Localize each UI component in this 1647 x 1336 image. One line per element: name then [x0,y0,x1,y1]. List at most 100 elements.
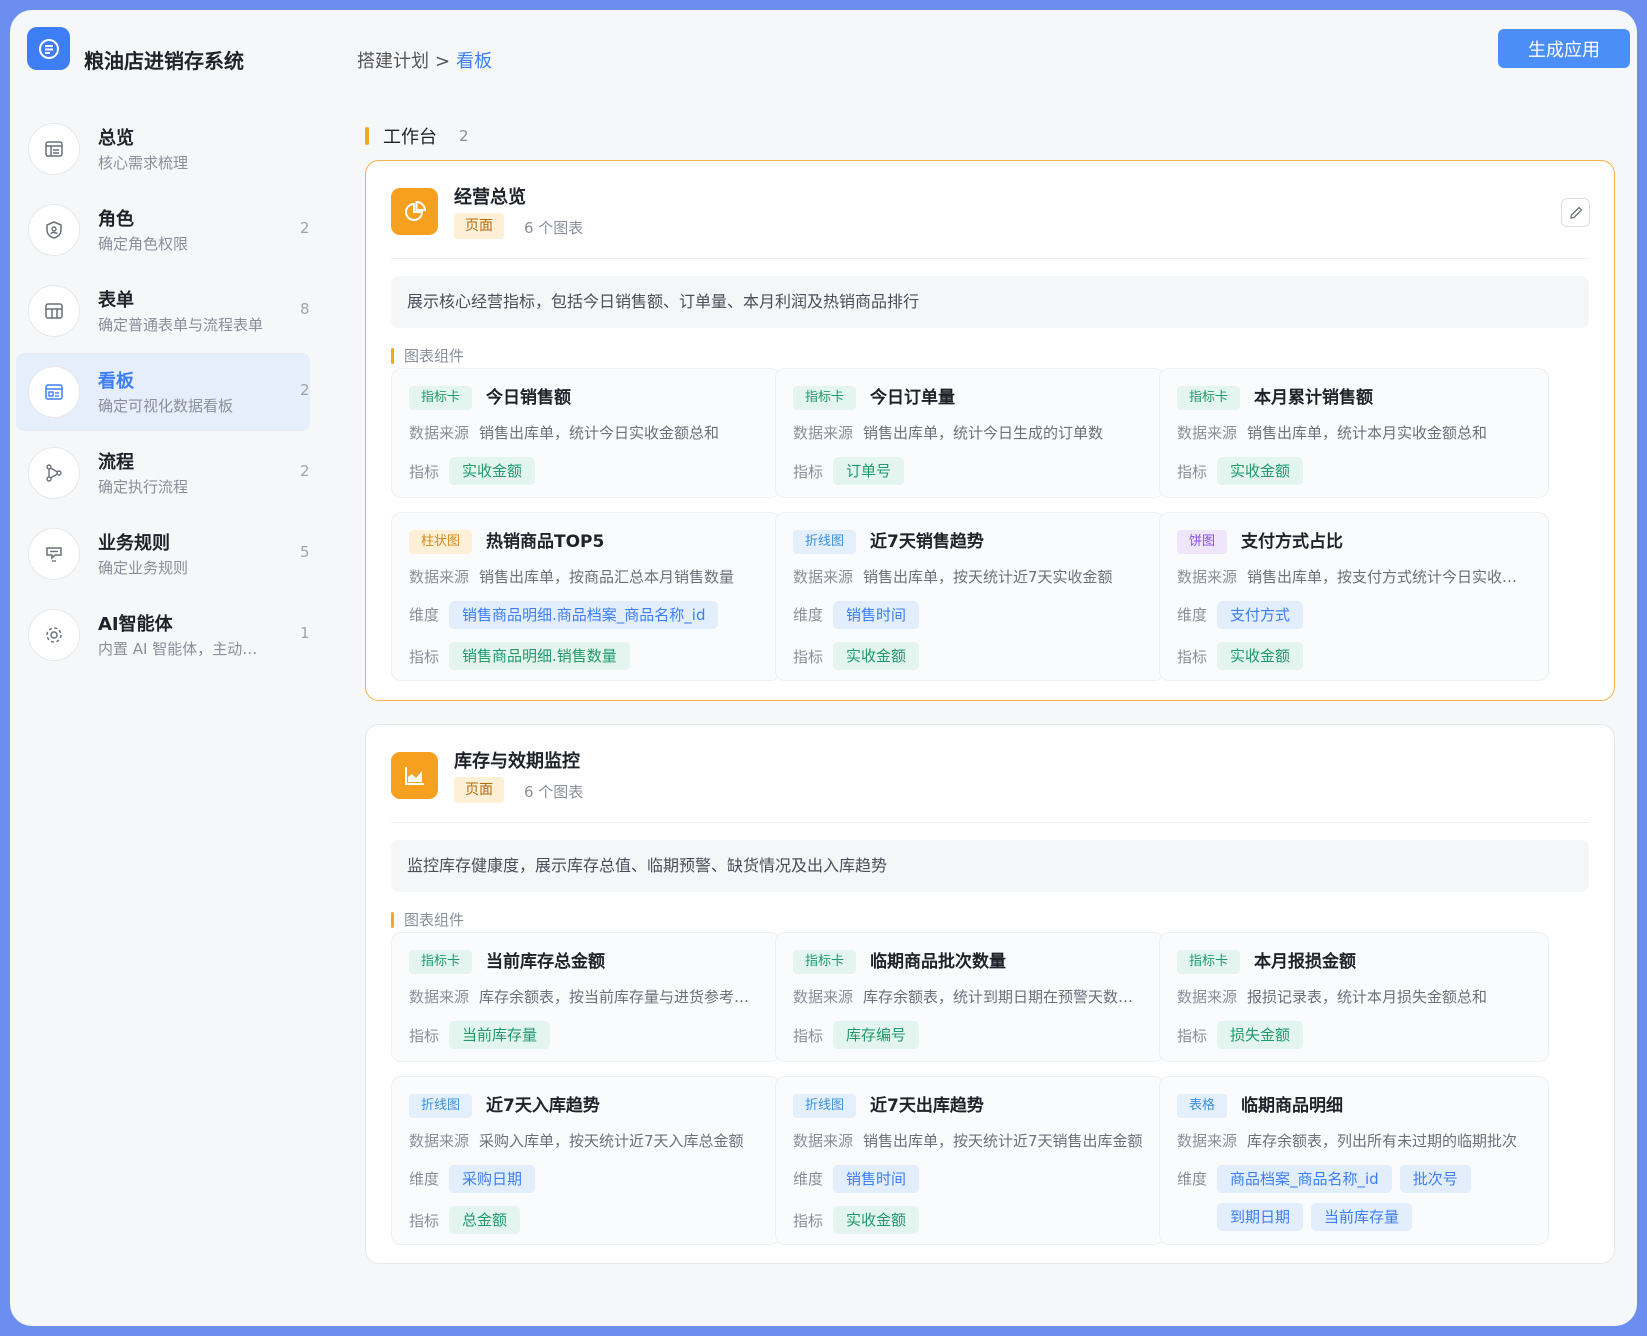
sidebar-item-subtitle: 确定角色权限 [98,235,189,253]
dimension-label: 维度 [793,606,824,624]
chart-widget[interactable]: 指标卡 本月累计销售额 数据来源 销售出库单，统计本月实收金额总和 指标 实收金额 [1159,368,1549,498]
widget-metric-row: 指标 实收金额 [1177,457,1311,485]
sidebar-item-2[interactable]: 表单 确定普通表单与流程表单 8 [16,272,310,350]
app-window: 粮油店进销存系统 搭建计划 > 看板 生成应用 总览 核心需求梳理 角色 确定角色权限 2 表… [10,10,1637,1326]
sidebar-item-0[interactable]: 总览 核心需求梳理 [16,110,310,188]
sidebar-item-subtitle: 确定业务规则 [98,559,189,577]
source-value: 销售出库单，按天统计近7天实收金额 [863,568,1113,586]
widget-metric-row: 指标 当前库存量 [409,1021,558,1049]
overview-icon [28,123,80,175]
source-value: 销售出库单，统计今日生成的订单数 [863,424,1104,442]
sidebar-item-6[interactable]: AI智能体 内置 AI 智能体，主动协助 1 [16,596,310,674]
sidebar-item-title: AI智能体 [98,614,173,635]
metric-chip: 实收金额 [833,642,920,670]
chart-widget[interactable]: 折线图 近7天销售趋势 数据来源 销售出库单，按天统计近7天实收金额 维度 销售时间 指标实… [775,512,1165,681]
widget-title: 近7天出库趋势 [870,1096,984,1116]
sidebar-item-4[interactable]: 流程 确定执行流程 2 [16,434,310,512]
rule-icon [28,528,80,580]
table-icon [28,285,80,337]
metric-label: 指标 [409,462,440,481]
sidebar-item-count: 2 [300,462,310,480]
chart-widget[interactable]: 指标卡 本月报损金额 数据来源 报损记录表，统计本月损失金额总和 指标 损失金额 [1159,932,1549,1062]
widget-title: 近7天销售趋势 [870,532,984,552]
sidebar-item-subtitle: 核心需求梳理 [98,154,189,172]
chart-count: 6 个图表 [524,219,584,237]
widget-title: 热销商品TOP5 [486,532,605,552]
sidebar-item-3[interactable]: 看板 确定可视化数据看板 2 [16,353,310,431]
widget-dimension-row: 维度 支付方式 [1177,601,1517,629]
widget-metric-row: 指标 损失金额 [1177,1021,1311,1049]
widget-source-row: 数据来源 报损记录表，统计本月损失金额总和 [1177,986,1487,1007]
widget-title: 本月累计销售额 [1254,388,1373,408]
chart-widget[interactable]: 折线图 近7天出库趋势 数据来源 销售出库单，按天统计近7天销售出库金额 维度 销售时间指… [775,1076,1165,1245]
metric-chip: 实收金额 [449,457,536,485]
app-title: 粮油店进销存系统 [84,49,244,73]
widget-title: 今日销售额 [486,388,571,408]
chart-widget[interactable]: 指标卡 当前库存总金额 数据来源 库存余额表，按当前库存量与进货参考价计算 指标 当前库存… [391,932,781,1062]
source-value: 库存余额表，列出所有未过期的临期批次 [1247,1132,1518,1150]
dashboard-card[interactable]: 经营总览页面 6 个图表展示核心经营指标，包括今日销售额、订单量、本月利润及热销商… [365,160,1615,701]
page-tag: 页面 [454,213,504,239]
widget-title: 支付方式占比 [1241,532,1343,552]
widget-type-tag: 折线图 [409,1094,473,1118]
widget-metric-row: 指标 库存编号 [793,1021,927,1049]
metric-chip: 订单号 [833,457,905,485]
components-header: 图表组件 [391,345,464,366]
shield-user-icon [28,204,80,256]
dimension-label: 维度 [409,606,440,624]
chart-widget[interactable]: 表格 临期商品明细 数据来源 库存余额表，列出所有未过期的临期批次 维度 商品档案_商品名… [1159,1076,1549,1245]
metric-chip: 损失金额 [1217,1021,1304,1049]
widget-title: 临期商品明细 [1241,1096,1343,1116]
sidebar-item-count: 2 [300,219,310,237]
generate-app-button[interactable]: 生成应用 [1498,29,1630,68]
widget-type-tag: 指标卡 [1177,386,1241,410]
widget-metric-row: 指标 实收金额 [409,457,543,485]
metric-label: 指标 [409,1026,440,1045]
source-value: 销售出库单，统计本月实收金额总和 [1247,424,1488,442]
dimension-chip: 销售时间 [833,601,920,629]
metric-chip: 总金额 [449,1206,521,1234]
edit-button[interactable] [1561,198,1590,227]
widget-metric-row: 指标 实收金额 [1177,642,1311,670]
chart-widget[interactable]: 折线图 近7天入库趋势 数据来源 采购入库单，按天统计近7天入库总金额 维度 采购日期 指标… [391,1076,781,1245]
sidebar-item-1[interactable]: 角色 确定角色权限 2 [16,191,310,269]
dashboard-card[interactable]: 库存与效期监控 页面 6 个图表 监控库存健康度，展示库存总值、临期预警、缺货情况及出… [365,724,1615,1264]
widget-metric-row: 指标 实收金额 [793,1206,927,1234]
metric-label: 指标 [1177,462,1208,481]
widget-metric-row: 指标 实收金额 [793,642,927,670]
dashboard-description: 展示核心经营指标，包括今日销售额、订单量、本月利润及热销商品排行 [391,276,1589,328]
widget-source-row: 数据来源 库存余额表，按当前库存量与进货参考价计算 [409,986,761,1007]
sidebar-item-subtitle: 确定可视化数据看板 [98,397,234,415]
sidebar-item-5[interactable]: 业务规则确定业务规则 5 [16,515,310,593]
workspace-count: 2 [459,127,469,145]
widget-type-tag: 指标卡 [409,950,473,974]
source-value: 销售出库单，按天统计近7天销售出库金额 [863,1132,1143,1150]
breadcrumb: 搭建计划 > 看板 [357,47,492,73]
breadcrumb-parent[interactable]: 搭建计划 [357,51,429,72]
widget-type-tag: 指标卡 [409,386,473,410]
chart-widget[interactable]: 饼图 支付方式占比 数据来源 销售出库单，按支付方式统计今日实收金额 维度 支付方式 指标实… [1159,512,1549,681]
chart-widget[interactable]: 指标卡临期商品批次数量数据来源库存余额表，统计到期日期在预警天数内的批次指标库存… [775,932,1165,1062]
sidebar-item-title: 业务规则 [98,533,170,554]
workspace-header: 工作台 2 [365,123,469,149]
metric-label: 指标 [1177,647,1208,666]
source-value: 库存余额表，按当前库存量与进货参考价计算 [479,988,762,1006]
metric-label: 指标 [1177,1026,1208,1045]
accent-bar [365,127,369,145]
sidebar-item-count: 5 [300,543,310,561]
sidebar: 总览 核心需求梳理 角色 确定角色权限 2 表单 确定普通表单与流程表单 8 看板 确定可视化数据… [16,110,310,677]
source-label: 数据来源 [409,988,470,1006]
chart-widget[interactable]: 指标卡 今日销售额 数据来源 销售出库单，统计今日实收金额总和 指标 实收金额 [391,368,781,498]
dashboard-title: 经营总览 [454,187,526,208]
dimension-label: 维度 [793,1170,824,1188]
metric-label: 指标 [793,462,824,481]
chart-widget[interactable]: 指标卡 今日订单量 数据来源 销售出库单，统计今日生成的订单数 指标 订单号 [775,368,1165,498]
widget-source-row: 数据来源 采购入库单，按天统计近7天入库总金额 [409,1130,744,1151]
dimension-label: 维度 [1177,1170,1208,1188]
widget-type-tag: 折线图 [793,530,857,554]
source-value: 销售出库单，按商品汇总本月销售数量 [479,568,735,586]
chart-widget[interactable]: 柱状图 热销商品TOP5 数据来源 销售出库单，按商品汇总本月销售数量 维度 销售商品明细… [391,512,781,681]
divider [391,258,1589,259]
source-value: 采购入库单，按天统计近7天入库总金额 [479,1132,744,1150]
dimension-chip: 销售商品明细.商品档案_商品名称_id [449,601,719,629]
